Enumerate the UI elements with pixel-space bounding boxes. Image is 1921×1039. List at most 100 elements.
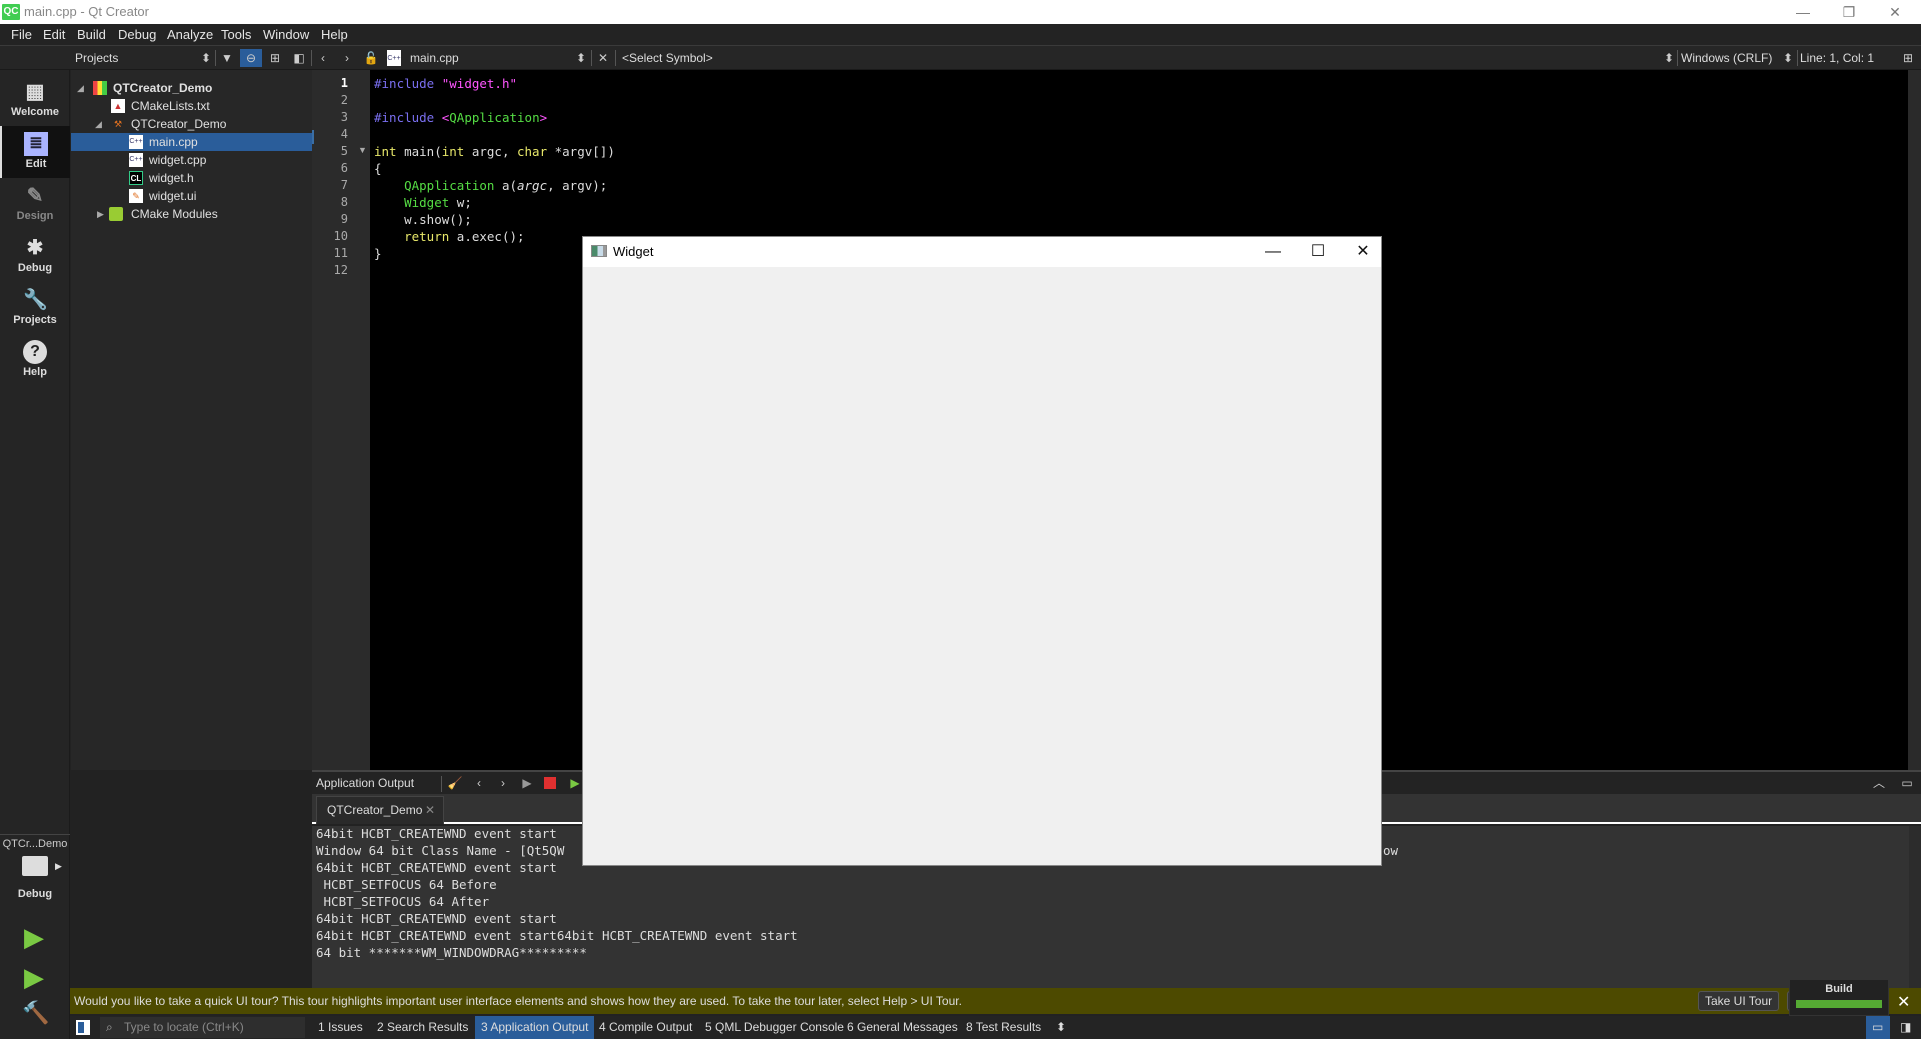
pane-application-output[interactable]: 3 Application Output: [475, 1016, 595, 1039]
close-infobar-icon[interactable]: ✕: [1897, 992, 1910, 1012]
mode-label: Help: [23, 366, 47, 378]
mode-label: Design: [16, 210, 54, 222]
stop-icon[interactable]: [544, 777, 556, 789]
kit-selector-arrow-icon[interactable]: ▶: [55, 861, 62, 872]
menu-analyze[interactable]: Analyze: [167, 27, 213, 42]
build-progress-bar: [1796, 1000, 1882, 1008]
line-ending-selector[interactable]: Windows (CRLF): [1681, 51, 1772, 65]
output-scrollbar[interactable]: [1909, 826, 1921, 988]
lock-icon: 🔓: [363, 51, 379, 65]
collapse-arrow-icon[interactable]: ▶: [97, 205, 104, 223]
ui-file-icon: ✎: [129, 189, 143, 203]
minimize-button[interactable]: —: [1780, 2, 1826, 22]
output-pane-title: Application Output: [316, 776, 415, 790]
symbol-selector[interactable]: <Select Symbol>: [622, 51, 713, 65]
forward-icon[interactable]: ›: [338, 49, 356, 67]
mode-welcome[interactable]: ▦ Welcome: [0, 74, 70, 126]
toggle-sidebar-icon[interactable]: [76, 1020, 90, 1035]
mode-design[interactable]: ✎ Design: [0, 178, 70, 230]
build-hammer-icon[interactable]: 🔨: [22, 1000, 49, 1026]
code-line: int main(int argc, char *argv[]): [374, 144, 615, 159]
tree-item-main-cpp[interactable]: C++ main.cpp: [71, 133, 312, 151]
close-tab-icon[interactable]: ✕: [425, 797, 435, 823]
link-icon[interactable]: ⊖: [240, 49, 262, 67]
pane-qml-debugger-console[interactable]: 5 QML Debugger Console: [699, 1016, 850, 1039]
locator-placeholder: Type to locate (Ctrl+K): [124, 1020, 244, 1034]
widget-minimize-button[interactable]: —: [1253, 241, 1293, 263]
clear-output-icon[interactable]: 🧹: [446, 774, 464, 792]
fold-marker-icon[interactable]: ▼: [358, 145, 367, 155]
line-number: 4: [340, 127, 348, 141]
updown-icon[interactable]: ⬍: [1779, 49, 1797, 67]
pane-search-results[interactable]: 2 Search Results: [371, 1016, 474, 1039]
progress-details-icon[interactable]: ▭: [1866, 1016, 1890, 1039]
expand-arrow-icon[interactable]: ◢: [77, 79, 84, 97]
previous-icon[interactable]: ‹: [470, 774, 488, 792]
widget-close-button[interactable]: ✕: [1343, 241, 1383, 263]
tree-item-cmakelists[interactable]: ▲ CMakeLists.txt: [71, 97, 312, 115]
split-icon[interactable]: ⊞: [266, 49, 284, 67]
line-number: 10: [333, 229, 348, 243]
toggle-right-sidebar-icon[interactable]: ◨: [1894, 1016, 1917, 1039]
mode-edit[interactable]: ≣ Edit: [0, 126, 70, 178]
output-tab[interactable]: QTCreator_Demo ✕: [316, 796, 444, 824]
pane-compile-output[interactable]: 4 Compile Output: [593, 1016, 698, 1039]
split-editor-icon[interactable]: ⊞: [1899, 49, 1917, 67]
updown-icon[interactable]: ⬍: [1660, 49, 1678, 67]
updown-icon[interactable]: ⬍: [572, 49, 590, 67]
pane-test-results[interactable]: 8 Test Results: [960, 1016, 1047, 1039]
projects-view-selector[interactable]: Projects: [75, 51, 118, 65]
qt-creator-logo: QC: [2, 4, 20, 20]
widget-maximize-button[interactable]: ☐: [1298, 241, 1338, 263]
tree-item-cmake-modules[interactable]: ▶ CMake Modules: [71, 205, 312, 223]
monitor-icon[interactable]: [22, 856, 48, 876]
run-icon[interactable]: ▶: [24, 922, 44, 953]
menu-tools[interactable]: Tools: [221, 27, 251, 42]
back-icon[interactable]: ‹: [314, 49, 332, 67]
menu-file[interactable]: File: [11, 27, 32, 42]
pane-issues[interactable]: 1 Issues: [312, 1016, 369, 1039]
expand-arrow-icon[interactable]: ◢: [95, 115, 102, 133]
pencil-icon: ✎: [26, 185, 44, 207]
tree-item-target[interactable]: ◢ ⚒ QTCreator_Demo: [71, 115, 312, 133]
maximize-pane-icon[interactable]: ︿: [1870, 774, 1888, 792]
search-icon: ⌕: [106, 1020, 113, 1034]
output-line-fragment: ow: [1383, 843, 1399, 858]
menu-edit[interactable]: Edit: [43, 27, 65, 42]
menu-debug[interactable]: Debug: [118, 27, 156, 42]
locator-input[interactable]: ⌕ Type to locate (Ctrl+K): [100, 1017, 305, 1038]
tree-item-widget-cpp[interactable]: C++ widget.cpp: [71, 151, 312, 169]
widget-title-bar[interactable]: Widget — ☐ ✕: [583, 237, 1381, 267]
title-bar: QC main.cpp - Qt Creator — ❐ ✕: [0, 0, 1921, 24]
restore-button[interactable]: ❐: [1826, 2, 1872, 22]
rerun-icon[interactable]: ▶: [518, 774, 536, 792]
menu-build[interactable]: Build: [77, 27, 106, 42]
mode-help[interactable]: ? Help: [0, 334, 70, 386]
close-sidebar-icon[interactable]: ◧: [290, 49, 308, 67]
menu-help[interactable]: Help: [321, 27, 348, 42]
debug-run-icon[interactable]: ▶: [24, 962, 44, 993]
more-panes-icon[interactable]: ⬍: [1050, 1016, 1072, 1039]
updown-icon[interactable]: ⬍: [197, 49, 215, 67]
mode-debug[interactable]: ✱ Debug: [0, 230, 70, 282]
editor-scrollbar[interactable]: [1908, 70, 1921, 770]
menu-window[interactable]: Window: [263, 27, 309, 42]
tree-item-widget-h[interactable]: CL widget.h: [71, 169, 312, 187]
pane-general-messages[interactable]: 6 General Messages: [841, 1016, 964, 1039]
filter-icon[interactable]: ▼: [218, 49, 236, 67]
tree-item-project[interactable]: ◢ QTCreator_Demo: [71, 79, 312, 97]
output-line: 64bit HCBT_CREATEWND event start: [316, 826, 557, 841]
mode-projects[interactable]: 🔧 Projects: [0, 282, 70, 334]
hide-pane-icon[interactable]: ▭: [1898, 774, 1916, 792]
open-document[interactable]: main.cpp: [410, 51, 459, 65]
cursor-position[interactable]: Line: 1, Col: 1: [1800, 51, 1874, 65]
take-ui-tour-button[interactable]: Take UI Tour: [1698, 991, 1780, 1011]
next-icon[interactable]: ›: [494, 774, 512, 792]
bug-icon: ✱: [26, 237, 44, 259]
tree-item-widget-ui[interactable]: ✎ widget.ui: [71, 187, 312, 205]
close-document-icon[interactable]: ✕: [594, 49, 612, 67]
cpp-file-icon: C++: [387, 50, 401, 66]
widget-window[interactable]: Widget — ☐ ✕: [582, 236, 1382, 866]
output-line: HCBT_SETFOCUS 64 Before: [316, 877, 497, 892]
close-button[interactable]: ✕: [1872, 2, 1918, 22]
